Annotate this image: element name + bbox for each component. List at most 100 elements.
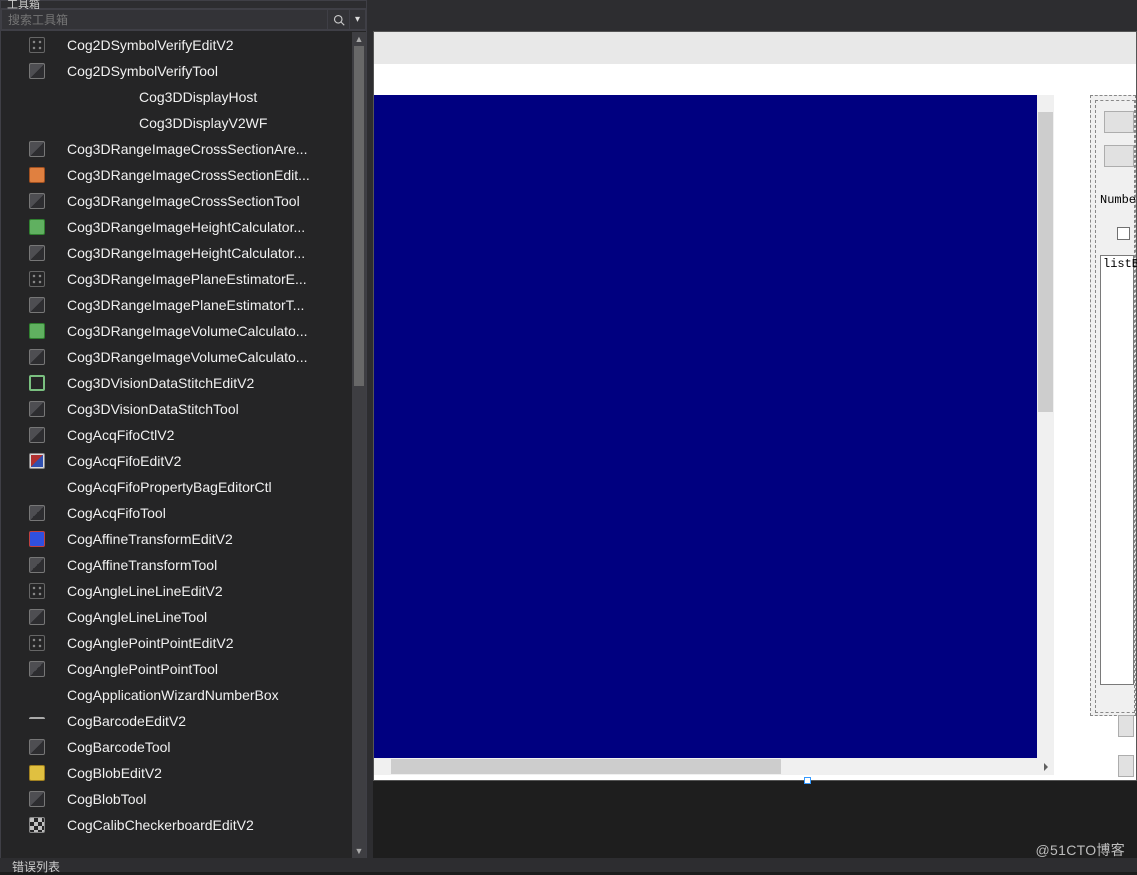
red-icon: [29, 531, 45, 547]
toolbox-item-label: CogBarcodeTool: [67, 739, 171, 755]
toolbox-item-label: CogAngleLineLineTool: [67, 609, 207, 625]
toolbox-item-label: Cog3DDisplayHost: [139, 89, 257, 105]
search-icon[interactable]: [328, 9, 350, 30]
gen-icon: [29, 791, 45, 807]
gen-icon: [29, 609, 45, 625]
toolbox-item[interactable]: CogAngleLineLineTool: [1, 604, 352, 630]
watermark: @51CTO博客: [1036, 840, 1125, 860]
toolbox-item[interactable]: Cog3DVisionDataStitchEditV2: [1, 370, 352, 396]
toolbox-item-label: CogAcqFifoPropertyBagEditorCtl: [67, 479, 272, 495]
toolbox-item-label: CogAffineTransformTool: [67, 557, 217, 573]
design-surface[interactable]: Number: listB: [373, 31, 1137, 781]
green-icon: [29, 219, 45, 235]
chevron-down-icon[interactable]: ▾: [350, 9, 366, 30]
toolbox-item[interactable]: CogAcqFifoTool: [1, 500, 352, 526]
toolbox-item[interactable]: Cog2DSymbolVerifyTool: [1, 58, 352, 84]
toolbox-scrollbar[interactable]: ▲ ▼: [352, 32, 366, 858]
design-vscroll-thumb[interactable]: [1038, 112, 1053, 412]
resize-handle[interactable]: [804, 777, 811, 784]
scroll-up-icon[interactable]: ▲: [352, 32, 366, 46]
toolbox-item[interactable]: Cog2DSymbolVerifyEditV2: [1, 32, 352, 58]
design-scrollbar-vertical[interactable]: [1037, 95, 1054, 758]
dots-icon: [29, 37, 45, 53]
toolbox-item-label: Cog3DDisplayV2WF: [139, 115, 267, 131]
gen-icon: [29, 401, 45, 417]
gen-icon: [29, 661, 45, 677]
toolbox-panel: 工具箱 ▾ Cog2DSymbolVerifyEditV2 Cog2DSymbol…: [0, 0, 367, 859]
document-tab-strip: [373, 0, 1137, 31]
toolbox-title: 工具箱: [1, 1, 366, 9]
gen-icon: [29, 505, 45, 521]
toolbox-item[interactable]: CogAcqFifoEditV2: [1, 448, 352, 474]
toolbox-item[interactable]: CogBarcodeEditV2: [1, 708, 352, 734]
gen-icon: [29, 245, 45, 261]
toolbox-search-input[interactable]: [1, 9, 328, 30]
toolbox-item-label: CogBarcodeEditV2: [67, 713, 186, 729]
toolbox-item[interactable]: CogApplicationWizardNumberBox: [1, 682, 352, 708]
toolbox-item-label: Cog3DRangeImageCrossSectionEdit...: [67, 167, 310, 183]
toolbox-item[interactable]: Cog3DRangeImageVolumeCalculato...: [1, 344, 352, 370]
toolbox-item-label: CogAngleLineLineEditV2: [67, 583, 223, 599]
toolbox-item-label: CogAffineTransformEditV2: [67, 531, 233, 547]
toolbox-item[interactable]: Cog3DRangeImagePlaneEstimatorT...: [1, 292, 352, 318]
orange-icon: [29, 167, 45, 183]
toolbox-item[interactable]: Cog3DDisplayHost: [1, 84, 352, 110]
toolbox-item-label: Cog3DRangeImageHeightCalculator...: [67, 245, 305, 261]
designer-area: Number: listB: [373, 0, 1137, 859]
button-1[interactable]: [1104, 111, 1134, 133]
toolbox-item-label: Cog2DSymbolVerifyTool: [67, 63, 218, 79]
toolbox-scroll-thumb[interactable]: [354, 46, 364, 386]
scroll-right-icon[interactable]: [1037, 758, 1054, 775]
toolbox-item[interactable]: CogBarcodeTool: [1, 734, 352, 760]
toolbox-item[interactable]: CogAnglePointPointEditV2: [1, 630, 352, 656]
toolbox-item[interactable]: CogAngleLineLineEditV2: [1, 578, 352, 604]
toolbox-item-label: CogAcqFifoTool: [67, 505, 166, 521]
toolbox-item-label: Cog3DRangeImagePlaneEstimatorT...: [67, 297, 304, 313]
dash-icon: [29, 717, 45, 733]
dots-icon: [29, 583, 45, 599]
none-icon: [29, 687, 45, 703]
none-icon: [101, 115, 117, 131]
gen-icon: [29, 297, 45, 313]
dots-icon: [29, 271, 45, 287]
button-2[interactable]: [1104, 145, 1134, 167]
gen-icon: [29, 349, 45, 365]
toolbox-item-label: CogApplicationWizardNumberBox: [67, 687, 279, 703]
toolbox-item[interactable]: CogAffineTransformEditV2: [1, 526, 352, 552]
toolbox-item-label: CogAcqFifoEditV2: [67, 453, 181, 469]
toolbox-item-label: CogBlobTool: [67, 791, 146, 807]
design-scrollbar-horizontal[interactable]: [374, 758, 1054, 775]
chk-icon: [29, 817, 45, 833]
green-icon: [29, 323, 45, 339]
toolbox-item[interactable]: Cog3DDisplayV2WF: [1, 110, 352, 136]
toolbox-item[interactable]: CogAffineTransformTool: [1, 552, 352, 578]
toolbox-item[interactable]: CogBlobTool: [1, 786, 352, 812]
toolbox-item-label: CogAnglePointPointTool: [67, 661, 218, 677]
toolbox-item[interactable]: CogAcqFifoCtlV2: [1, 422, 352, 448]
none-icon: [29, 479, 45, 495]
toolbox-item[interactable]: Cog3DVisionDataStitchTool: [1, 396, 352, 422]
error-list-tab[interactable]: 错误列表: [0, 858, 1137, 872]
toolbox-item-label: CogCalibCheckerboardEditV2: [67, 817, 254, 833]
toolbox-item[interactable]: CogAnglePointPointTool: [1, 656, 352, 682]
right-panel: Number: listB: [1090, 95, 1136, 780]
toolbox-item[interactable]: CogCalibCheckerboardEditV2: [1, 812, 352, 838]
listbox-1[interactable]: listB: [1100, 255, 1134, 685]
toolbox-item[interactable]: Cog3DRangeImageCrossSectionEdit...: [1, 162, 352, 188]
button-3[interactable]: [1118, 715, 1134, 737]
toolbox-item-label: Cog3DRangeImageVolumeCalculato...: [67, 349, 307, 365]
toolbox-item[interactable]: Cog3DRangeImageCrossSectionTool: [1, 188, 352, 214]
toolbox-item[interactable]: Cog3DRangeImageHeightCalculator...: [1, 240, 352, 266]
gen-icon: [29, 739, 45, 755]
toolbox-item[interactable]: Cog3DRangeImageVolumeCalculato...: [1, 318, 352, 344]
toolbox-item-label: Cog3DVisionDataStitchEditV2: [67, 375, 254, 391]
toolbox-item[interactable]: CogBlobEditV2: [1, 760, 352, 786]
toolbox-item[interactable]: Cog3DRangeImageHeightCalculator...: [1, 214, 352, 240]
checkbox-1[interactable]: [1117, 227, 1130, 240]
toolbox-item[interactable]: Cog3DRangeImagePlaneEstimatorE...: [1, 266, 352, 292]
scroll-down-icon[interactable]: ▼: [352, 844, 366, 858]
design-hscroll-thumb[interactable]: [391, 759, 781, 774]
toolbox-item[interactable]: CogAcqFifoPropertyBagEditorCtl: [1, 474, 352, 500]
toolbox-item[interactable]: Cog3DRangeImageCrossSectionAre...: [1, 136, 352, 162]
button-4[interactable]: [1118, 755, 1134, 777]
